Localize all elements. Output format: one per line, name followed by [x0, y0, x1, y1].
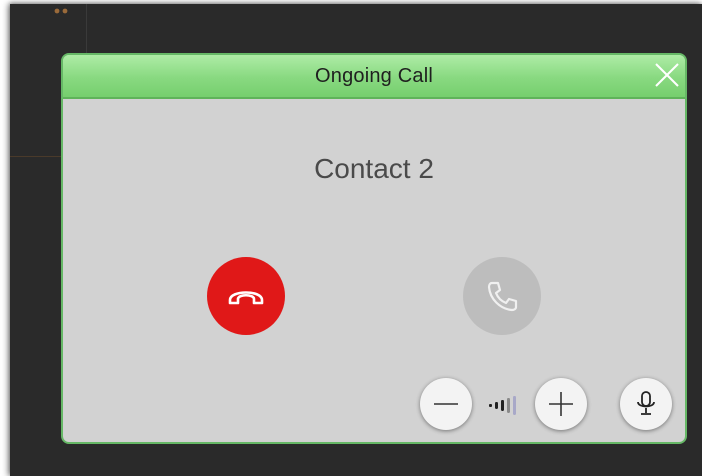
minus-icon	[434, 403, 458, 405]
answer-button[interactable]	[463, 257, 541, 335]
volume-down-button[interactable]	[420, 378, 472, 430]
app-window: Ongoing Call Contact 2	[10, 4, 702, 476]
plus-icon	[549, 392, 573, 416]
app-corner-icon	[54, 8, 68, 14]
phone-answer-icon	[487, 281, 518, 312]
volume-level-icon	[489, 396, 516, 415]
ongoing-call-dialog: Ongoing Call Contact 2	[61, 53, 687, 444]
volume-up-button[interactable]	[535, 378, 587, 430]
close-icon[interactable]	[653, 61, 681, 89]
hangup-button[interactable]	[207, 257, 285, 335]
microphone-icon	[637, 391, 655, 415]
phone-hangup-icon	[228, 291, 264, 305]
microphone-button[interactable]	[620, 378, 672, 430]
dialog-header: Ongoing Call	[63, 55, 685, 99]
dialog-title: Ongoing Call	[314, 65, 434, 87]
contact-name: Contact 2	[314, 153, 434, 184]
